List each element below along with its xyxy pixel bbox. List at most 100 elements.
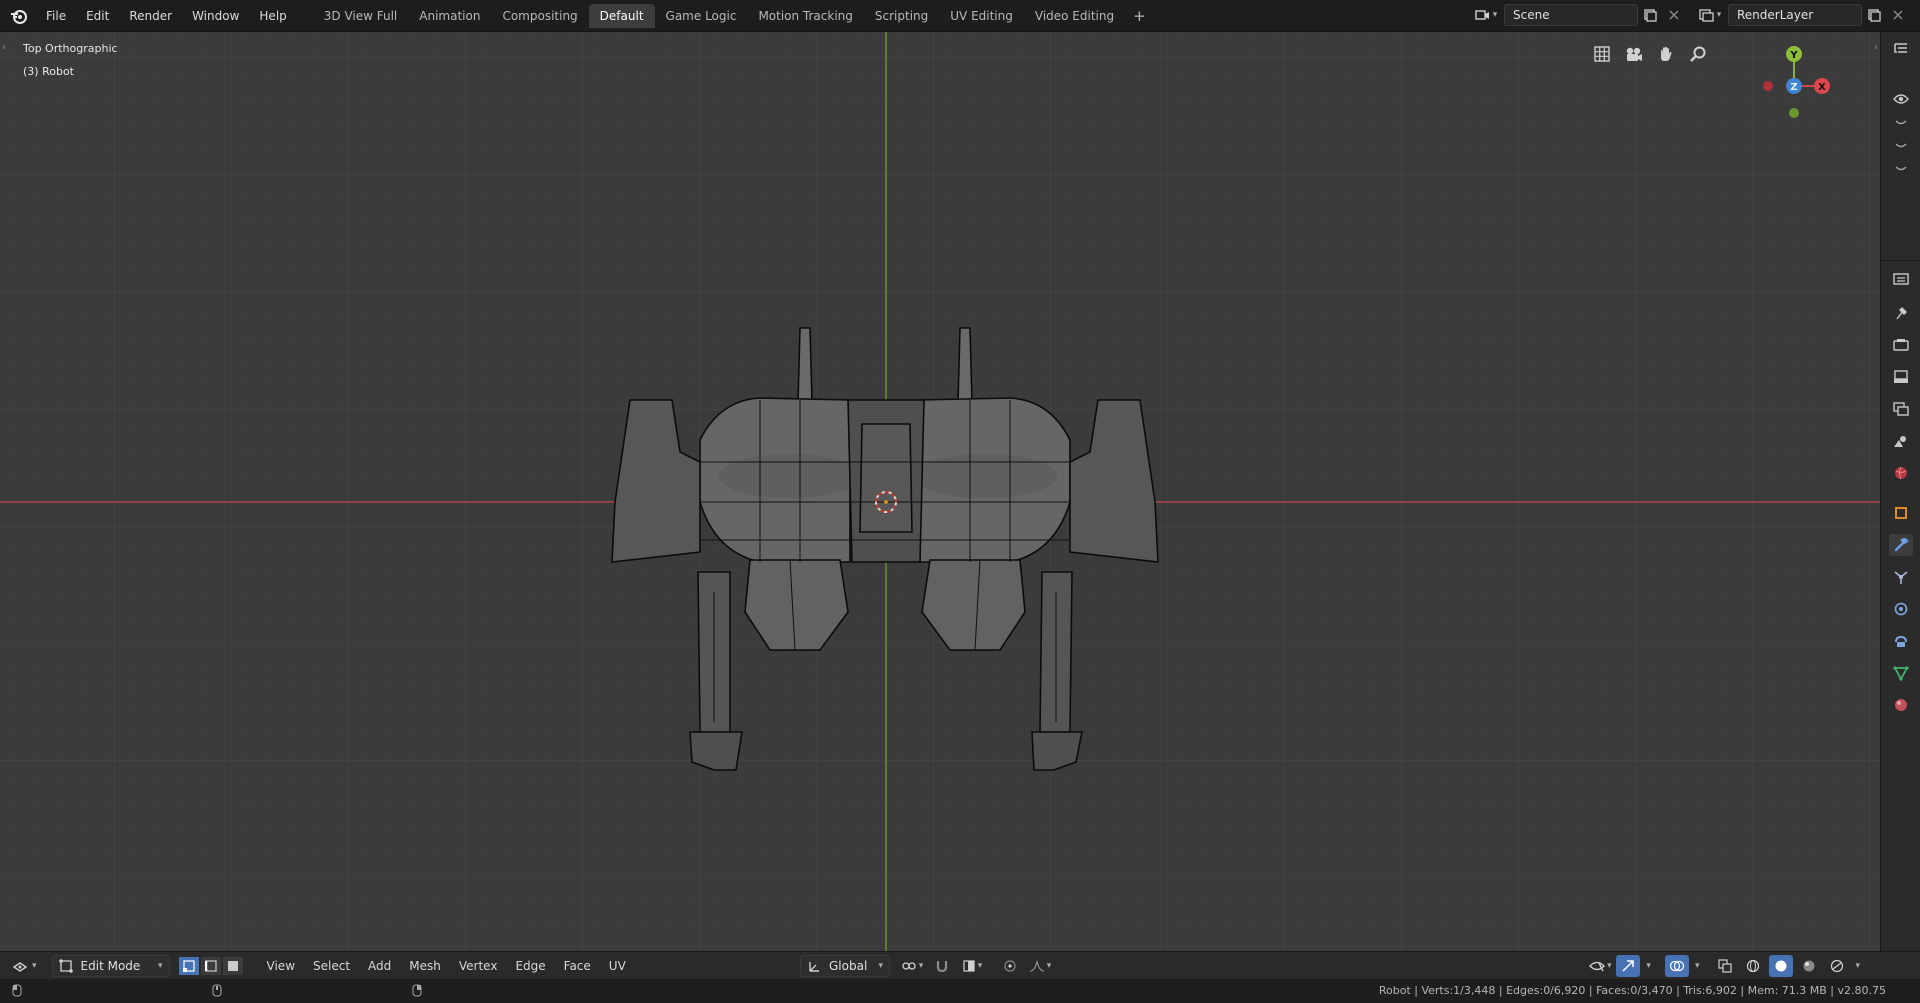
new-scene-icon[interactable]	[1638, 4, 1662, 26]
zoom-icon[interactable]	[1686, 42, 1710, 66]
properties-editor-icon[interactable]	[1889, 268, 1913, 290]
pivot-point-icon[interactable]: ▾	[900, 955, 924, 977]
sidebar-expand-icon[interactable]: ‹	[1874, 42, 1878, 53]
proportional-editing-icon[interactable]	[998, 955, 1022, 977]
material-properties-icon[interactable]	[1889, 694, 1913, 716]
select-mode-toggles	[177, 955, 244, 976]
scene-browse-icon[interactable]: ▾	[1474, 4, 1498, 26]
scene-properties-icon[interactable]	[1889, 430, 1913, 452]
chevron-down-icon[interactable]: ▾	[1695, 961, 1700, 971]
face-select-toggle[interactable]	[221, 955, 244, 976]
gizmo-z-label: Z	[1790, 82, 1797, 93]
collapse-chevron-icon[interactable]	[1889, 158, 1913, 180]
3d-viewport[interactable]: Top Orthographic (3) Robot Y X Z › ‹	[0, 32, 1880, 951]
visibility-eye-icon[interactable]	[1889, 88, 1913, 110]
solid-shading-icon[interactable]	[1769, 954, 1794, 977]
tab-compositing[interactable]: Compositing	[491, 4, 588, 28]
visibility-selectability-icon[interactable]: ▾	[1588, 955, 1612, 977]
render-layer-name-field[interactable]: RenderLayer	[1728, 4, 1862, 26]
mouse-left-icon	[12, 984, 22, 1000]
properties-tab-strip	[1880, 32, 1920, 951]
status-bar: Robot | Verts:1/3,448 | Edges:0/6,920 | …	[0, 979, 1920, 1003]
viewport-navigation	[1590, 42, 1710, 66]
mode-select[interactable]: Edit Mode ▾	[51, 954, 170, 977]
menu-edit[interactable]: Edit	[76, 4, 119, 28]
tab-default[interactable]: Default	[588, 3, 655, 28]
edit-mode-icon	[58, 958, 73, 973]
viewport-header: ▾ Edit Mode ▾ View Select Add Mesh Verte…	[0, 951, 1920, 979]
rendered-shading-icon[interactable]	[1825, 955, 1849, 977]
output-properties-icon[interactable]	[1889, 366, 1913, 388]
menu-mesh[interactable]: Mesh	[400, 959, 450, 973]
pan-hand-icon[interactable]	[1654, 42, 1678, 66]
gizmo-x-label: X	[1818, 82, 1826, 93]
delete-render-layer-icon[interactable]	[1886, 4, 1910, 26]
tab-game-logic[interactable]: Game Logic	[655, 4, 748, 28]
edge-select-toggle[interactable]	[199, 955, 222, 976]
transform-orientation-select[interactable]: Global ▾	[800, 954, 890, 977]
menu-help[interactable]: Help	[249, 4, 296, 28]
orientation-axes-icon	[809, 961, 819, 972]
falloff-curve-icon[interactable]: ▾	[1028, 955, 1052, 977]
tab-animation[interactable]: Animation	[408, 4, 491, 28]
toolbar-expand-icon[interactable]: ›	[2, 42, 6, 53]
menu-add[interactable]: Add	[359, 959, 400, 973]
chevron-down-icon: ▾	[158, 960, 163, 971]
menu-render[interactable]: Render	[119, 4, 182, 28]
modifier-properties-wrench-icon[interactable]	[1889, 534, 1913, 556]
tab-3d-view-full[interactable]: 3D View Full	[313, 4, 409, 28]
scene-statistics: Robot | Verts:1/3,448 | Edges:0/6,920 | …	[1378, 984, 1886, 997]
vertex-select-toggle[interactable]	[177, 955, 200, 976]
overlays-toggle-icon[interactable]	[1664, 954, 1689, 977]
world-properties-icon[interactable]	[1889, 462, 1913, 484]
xray-toggle-icon[interactable]	[1713, 955, 1737, 977]
tab-video-editing[interactable]: Video Editing	[1024, 4, 1125, 28]
menu-face[interactable]: Face	[555, 959, 600, 973]
tool-settings-icon[interactable]	[1889, 302, 1913, 324]
navigation-gizmo[interactable]: Y X Z	[1740, 38, 1840, 138]
constraints-properties-icon[interactable]	[1889, 630, 1913, 652]
menu-file[interactable]: File	[36, 4, 76, 28]
render-layer-selector: ▾ RenderLayer	[1698, 3, 1910, 27]
view-layer-properties-icon[interactable]	[1889, 398, 1913, 420]
scene-name-field[interactable]: Scene	[1504, 4, 1638, 26]
outliner-editor-icon[interactable]	[1889, 38, 1913, 60]
tab-uv-editing[interactable]: UV Editing	[939, 4, 1024, 28]
snap-toggle-icon[interactable]	[930, 955, 954, 977]
camera-view-icon[interactable]	[1622, 42, 1646, 66]
render-layer-browse-icon[interactable]: ▾	[1698, 4, 1722, 26]
render-properties-icon[interactable]	[1889, 334, 1913, 356]
grid-view-icon[interactable]	[1590, 42, 1614, 66]
gizmo-toggle-icon[interactable]	[1616, 954, 1641, 977]
menu-select[interactable]: Select	[304, 959, 359, 973]
orientation-label: Global	[829, 958, 868, 973]
physics-properties-icon[interactable]	[1889, 598, 1913, 620]
blender-logo-icon[interactable]	[8, 5, 30, 27]
add-workspace-button[interactable]: +	[1125, 7, 1154, 25]
collapse-chevron-icon[interactable]	[1889, 135, 1913, 157]
editor-type-icon[interactable]: ▾	[0, 959, 46, 973]
delete-scene-icon[interactable]	[1662, 4, 1686, 26]
snap-target-icon[interactable]: ▾	[960, 955, 984, 977]
mouse-right-icon	[412, 984, 422, 1000]
new-render-layer-icon[interactable]	[1862, 4, 1886, 26]
menu-edge[interactable]: Edge	[506, 959, 554, 973]
mesh-data-properties-icon[interactable]	[1889, 662, 1913, 684]
menu-window[interactable]: Window	[182, 4, 249, 28]
tab-scripting[interactable]: Scripting	[864, 4, 939, 28]
menu-view[interactable]: View	[258, 959, 304, 973]
view-name-label: Top Orthographic	[23, 42, 118, 55]
particles-properties-icon[interactable]	[1889, 566, 1913, 588]
object-properties-icon[interactable]	[1889, 502, 1913, 524]
workspace-tabs: 3D View Full Animation Compositing Defau…	[313, 3, 1154, 29]
top-bar: File Edit Render Window Help 3D View Ful…	[0, 0, 1920, 32]
chevron-down-icon[interactable]: ▾	[1646, 961, 1651, 971]
menu-vertex[interactable]: Vertex	[450, 959, 507, 973]
chevron-down-icon[interactable]: ▾	[1855, 961, 1860, 971]
viewport-grid	[0, 32, 1880, 951]
material-preview-shading-icon[interactable]	[1797, 955, 1821, 977]
tab-motion-tracking[interactable]: Motion Tracking	[747, 4, 863, 28]
menu-uv[interactable]: UV	[600, 959, 635, 973]
wireframe-shading-icon[interactable]	[1741, 955, 1765, 977]
collapse-chevron-icon[interactable]	[1889, 112, 1913, 134]
